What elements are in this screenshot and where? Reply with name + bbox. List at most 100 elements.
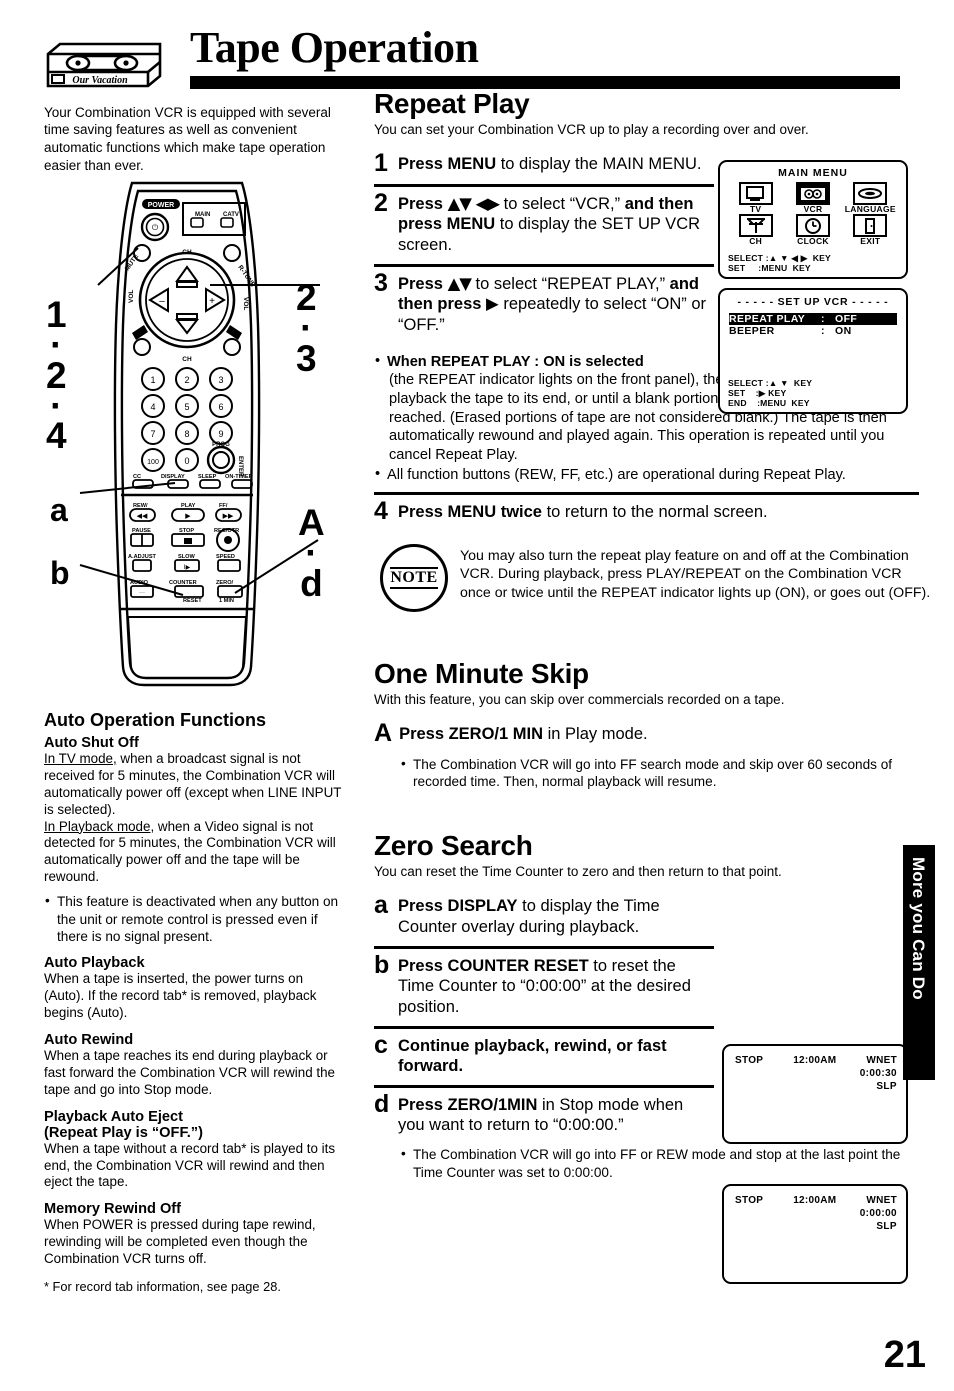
svg-text:2: 2: [184, 375, 189, 385]
auto-playback-heading: Auto Playback: [44, 955, 145, 972]
page-number: 21: [883, 1334, 926, 1376]
svg-text:SPEED: SPEED: [216, 554, 235, 560]
left-column: Your Combination VCR is equipped with se…: [44, 90, 344, 188]
note-text: You may also turn the repeat play featur…: [460, 547, 931, 601]
svg-text:POWER: POWER: [148, 202, 174, 209]
repeat-play-heading: Repeat Play: [374, 88, 530, 119]
tv-overlay-status-row: STOP 12:00AM WNET: [735, 1195, 897, 1206]
in-tv-mode-underline: In TV mode,: [44, 751, 117, 766]
step-number: a: [374, 891, 388, 920]
colon: :: [821, 313, 825, 325]
exit-door-icon: [853, 214, 888, 237]
svg-text:I▶: I▶: [184, 564, 191, 571]
menu-item-tv[interactable]: TV: [727, 182, 784, 214]
auto-rewind-para: When a tape reaches its end during playb…: [44, 1047, 335, 1097]
tv-clock: 12:00AM: [793, 1195, 837, 1206]
zero-search-heading: Zero Search: [374, 830, 533, 862]
page-header: Our Vacation Tape Operation: [0, 14, 954, 89]
svg-text:SLOW: SLOW: [178, 554, 195, 560]
osd-setup-vcr-key-legend: SELECT :▲ ▼ KEY SET :▶ KEY END :MENU KEY: [728, 377, 813, 408]
note-badge-icon: NOTE: [380, 543, 448, 612]
section-side-tab: More you Can Do: [903, 845, 935, 1080]
svg-text:0: 0: [184, 456, 189, 466]
tv-time-counter: 0:00:00: [859, 1208, 897, 1219]
svg-text:1: 1: [150, 375, 155, 385]
one-minute-skip-step-a: A Press ZERO/1 MIN in Play mode.: [374, 717, 919, 754]
menu-item-ch[interactable]: CH: [727, 214, 784, 246]
svg-text:7: 7: [150, 429, 155, 439]
tv-tape-speed: SLP: [876, 1081, 897, 1092]
svg-text:PAUSE: PAUSE: [132, 528, 151, 534]
in-playback-mode-underline: In Playback mode: [44, 818, 151, 834]
svg-text:MAIN: MAIN: [195, 212, 210, 218]
colon: :: [821, 325, 825, 337]
osd-setup-vcr-title: - - - - - SET UP VCR - - - - -: [737, 296, 889, 308]
tv-overlay-status-row: STOP 12:00AM WNET: [735, 1055, 897, 1066]
setup-row-repeat-play[interactable]: REPEAT PLAY : OFF: [729, 313, 897, 325]
repeat-play-step-4: 4 Press MENU twice to return to the norm…: [374, 495, 919, 532]
svg-text:+: +: [209, 296, 215, 307]
menu-item-label: LANGUAGE: [844, 204, 896, 214]
menu-item-label: CLOCK: [797, 236, 829, 246]
osd-main-menu-key-legend: SELECT :▲ ▼ ◀ ▶ KEY SET :MENU KEY: [728, 252, 831, 273]
callout-display-button: a: [50, 492, 68, 528]
svg-text:◀◀: ◀◀: [137, 512, 148, 520]
repeat-play-step-1: 1 Press MENU to display the MAIN MENU.: [374, 147, 714, 184]
tv-overlay-screen-counter-00: STOP 12:00AM WNET 0:00:00 SLP: [722, 1184, 908, 1284]
svg-text:VOL: VOL: [242, 297, 249, 310]
step-text: Press ▲▼ ◀▶ to select “VCR,” and then pr…: [398, 193, 701, 254]
osd-main-menu-title: MAIN MENU: [778, 167, 848, 179]
callout-arrow-steps: 2 · 3: [296, 277, 317, 379]
osd-main-menu-screen: MAIN MENU TV VCR LANGUAGE CH CLOCK EXIT …: [718, 160, 908, 279]
svg-text:▶▶: ▶▶: [223, 512, 234, 520]
memory-rewind-off-para: When POWER is pressed during tape rewind…: [44, 1217, 316, 1267]
repeat-play-step-2: 2 Press ▲▼ ◀▶ to select “VCR,” and then …: [374, 187, 714, 264]
setting-name: BEEPER: [729, 325, 775, 337]
menu-item-exit[interactable]: EXIT: [842, 214, 899, 246]
setup-row-beeper[interactable]: BEEPER : ON: [729, 325, 897, 337]
auto-shut-off-bullets: This feature is deactivated when any but…: [44, 892, 344, 945]
menu-item-label: EXIT: [860, 236, 881, 246]
auto-operation-heading: Auto Operation Functions: [44, 710, 266, 730]
step-text: Press MENU twice to return to the normal…: [398, 503, 768, 522]
menu-item-label: TV: [749, 204, 762, 214]
side-tab-label: More you Can Do: [909, 857, 928, 1000]
auto-playback-para: When a tape is inserted, the power turns…: [44, 971, 317, 1021]
svg-text:9: 9: [218, 429, 223, 439]
step-number: 2: [374, 188, 388, 217]
list-item: The Combination VCR will go into FF or R…: [400, 1145, 920, 1181]
svg-text:6: 6: [218, 402, 223, 412]
svg-text:VOL: VOL: [128, 290, 135, 303]
step-number: c: [374, 1030, 388, 1059]
one-minute-skip-section: One Minute Skip With this feature, you c…: [374, 658, 934, 791]
auto-shut-off-heading: Auto Shut Off: [44, 735, 139, 751]
svg-text:4: 4: [150, 402, 155, 412]
step-text: Continue playback, rewind, or fast forwa…: [398, 1036, 667, 1076]
arrow-keys-glyph: ▲▼ ◀▶: [447, 193, 501, 213]
menu-item-label: VCR: [803, 204, 823, 214]
tv-icon: [738, 182, 773, 205]
menu-item-clock[interactable]: CLOCK: [784, 214, 841, 246]
tv-channel: WNET: [866, 1055, 897, 1066]
osd-setup-vcr-rows: REPEAT PLAY : OFF BEEPER : ON: [729, 313, 897, 337]
list-item: This feature is deactivated when any but…: [44, 892, 344, 945]
svg-text:PROG: PROG: [212, 442, 230, 448]
tv-mode: STOP: [735, 1195, 764, 1206]
zero-search-step-d: d Press ZERO/1MIN in Stop mode when you …: [374, 1088, 714, 1144]
step-number: A: [374, 718, 393, 747]
repeat-play-subtitle: You can set your Combination VCR up to p…: [374, 122, 809, 137]
callout-menu-steps: 1 · 2 · 4: [46, 294, 67, 457]
step-text: Press DISPLAY to display the Time Counte…: [398, 897, 660, 937]
menu-item-vcr[interactable]: VCR: [784, 182, 841, 214]
record-tab-footnote: * For record tab information, see page 2…: [44, 1278, 281, 1294]
callout-zero-one-min-button: A · d: [298, 502, 325, 604]
remote-control-illustration: POWER ⏻ MAIN CATV MUTE R-TUNE – + VOL VO…: [20, 175, 350, 695]
svg-text:▶: ▶: [185, 512, 191, 520]
menu-item-language[interactable]: LANGUAGE: [842, 182, 899, 214]
svg-text:ZERO/: ZERO/: [216, 580, 234, 586]
cassette-label: Our Vacation: [72, 75, 128, 86]
intro-paragraph: Your Combination VCR is equipped with se…: [44, 104, 331, 173]
vcr-cassette-icon: [795, 182, 830, 205]
zero-search-subtitle: You can reset the Time Counter to zero a…: [374, 864, 782, 880]
repeat-play-step-3: 3 Press ▲▼ to select “REPEAT PLAY,” and …: [374, 267, 714, 344]
